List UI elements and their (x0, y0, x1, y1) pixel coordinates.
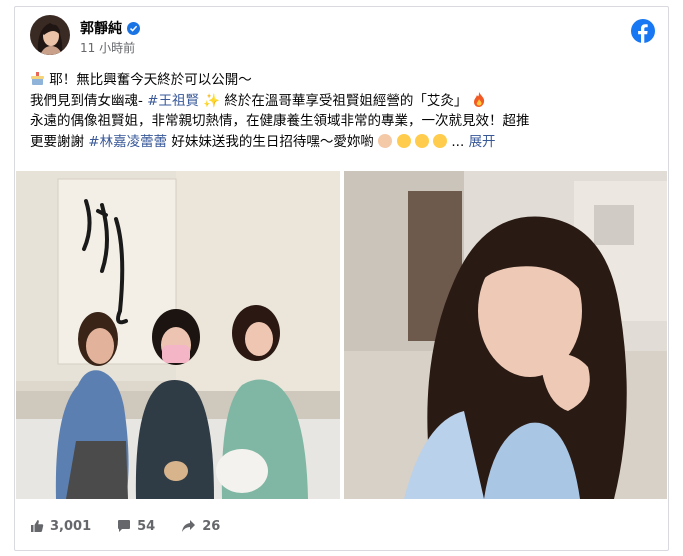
see-more-link[interactable]: 展开 (469, 134, 496, 150)
hashtag-lin-jialing[interactable]: #林嘉凌蕾蕾 (88, 134, 167, 150)
post-line-3: 永遠的偶像祖賢姐，非常親切熱情，在健康養生領域非常的專業，一次就見效！超推 (30, 111, 656, 132)
fire-emoji-icon (472, 91, 486, 109)
post-line-1-text: 耶！無比興奮今天終於可以公開～ (49, 72, 252, 88)
post-line-2-suffix: 終於在溫哥華享受祖賢姐經營的「艾灸」 (224, 92, 468, 109)
like-count: 3,001 (50, 518, 92, 534)
post-line-2-prefix: 我們見到倩女幽魂- (30, 92, 143, 109)
comment-icon (117, 519, 131, 533)
celebration-emoji-icon (30, 72, 49, 88)
post-stats: 3,001 54 26 (30, 515, 220, 537)
post-header: 郭靜純 11 小時前 (30, 15, 655, 59)
post-line-1: 耶！無比興奮今天終於可以公開～ (30, 70, 656, 91)
share-arrow-icon (181, 519, 196, 533)
post-line-2: 我們見到倩女幽魂- #王祖賢 ✨ 終於在溫哥華享受祖賢姐經營的「艾灸」 (30, 91, 656, 112)
post-timestamp[interactable]: 11 小時前 (80, 39, 135, 56)
heart-hands-emoji-icon (378, 133, 393, 148)
selfie-photo[interactable] (344, 171, 667, 499)
share-stat[interactable]: 26 (181, 519, 220, 534)
post-photos (16, 171, 667, 499)
facebook-logo-icon[interactable] (631, 19, 655, 43)
thumbs-up-icon (30, 519, 44, 533)
group-photo[interactable] (16, 171, 340, 499)
author-name[interactable]: 郭靜純 (80, 18, 140, 38)
hashtag-wang-zuxian[interactable]: #王祖賢 (147, 93, 199, 109)
kiss-emoji-icon (396, 133, 411, 148)
author-name-text[interactable]: 郭靜純 (80, 18, 122, 38)
timestamp-text[interactable]: 11 小時前 (80, 39, 135, 56)
share-count: 26 (202, 518, 221, 534)
sparkles-emoji-icon: ✨ (203, 92, 221, 109)
post-line-4: 更要謝謝 #林嘉凌蕾蕾 好妹妹送我的生日招待嘿～愛妳喲 ... 展开 (30, 132, 656, 153)
like-stat[interactable]: 3,001 (30, 519, 91, 534)
comment-stat[interactable]: 54 (117, 519, 155, 534)
author-avatar[interactable] (30, 15, 70, 55)
comment-count: 54 (137, 518, 156, 534)
post-body-text: 耶！無比興奮今天終於可以公開～ 我們見到倩女幽魂- #王祖賢 ✨ 終於在溫哥華享… (30, 70, 656, 152)
post-line-4-prefix: 更要謝謝 (30, 133, 84, 150)
verified-badge-icon (127, 21, 140, 35)
post-line-3-text: 永遠的偶像祖賢姐，非常親切熱情，在健康養生領域非常的專業，一次就見效！超推 (30, 113, 530, 129)
post-line-4-suffix: 好妹妹送我的生日招待嘿～愛妳喲 (171, 133, 374, 150)
kiss-emoji-icon (433, 133, 448, 148)
kiss-emoji-icon (414, 133, 429, 148)
facebook-post-card: 郭靜純 11 小時前 耶！無比興奮今天終於可以公開～ 我們見到倩女幽魂- #王祖… (14, 6, 669, 551)
post-ellipsis: ... (451, 133, 465, 150)
